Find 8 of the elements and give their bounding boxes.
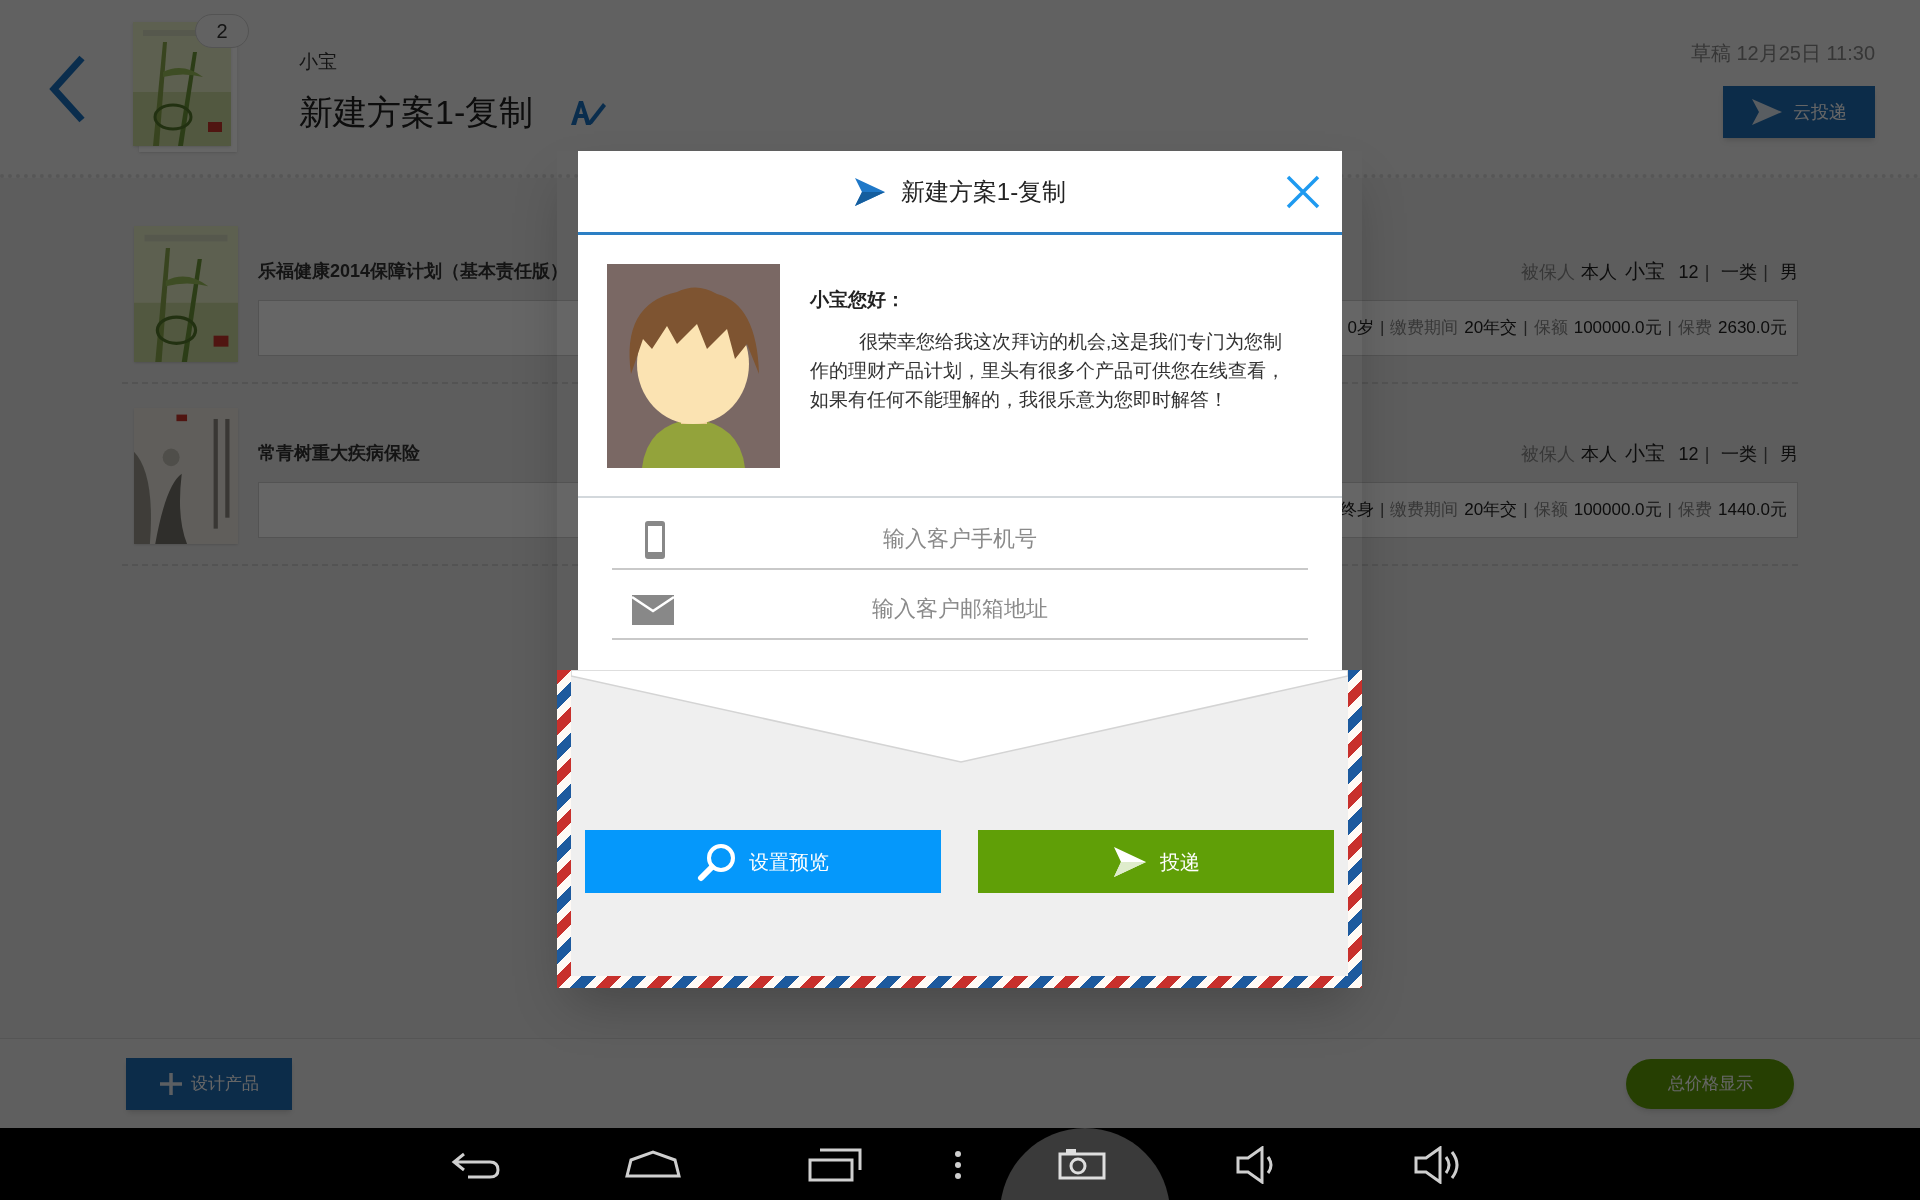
plan-title: 新建方案1-复制 [299,91,534,133]
customer-name: 小宝 [299,50,338,74]
product-name: 乐福健康2014保障计划（基本责任版） [258,259,569,283]
dialog-title: 新建方案1-复制 [900,176,1067,207]
count-badge: 2 [195,14,249,48]
greeting-text: 小宝您好： [809,288,906,312]
message-text: 很荣幸您给我这次拜访的机会,这是我们专门为您制作的理财产品计划，里头有很多个产品可供您在线查看，如果有任何不能理解的，我很乐意为您即时解答！ [809,329,1286,412]
product-name: 常青树重大疾病保险 [258,441,420,465]
